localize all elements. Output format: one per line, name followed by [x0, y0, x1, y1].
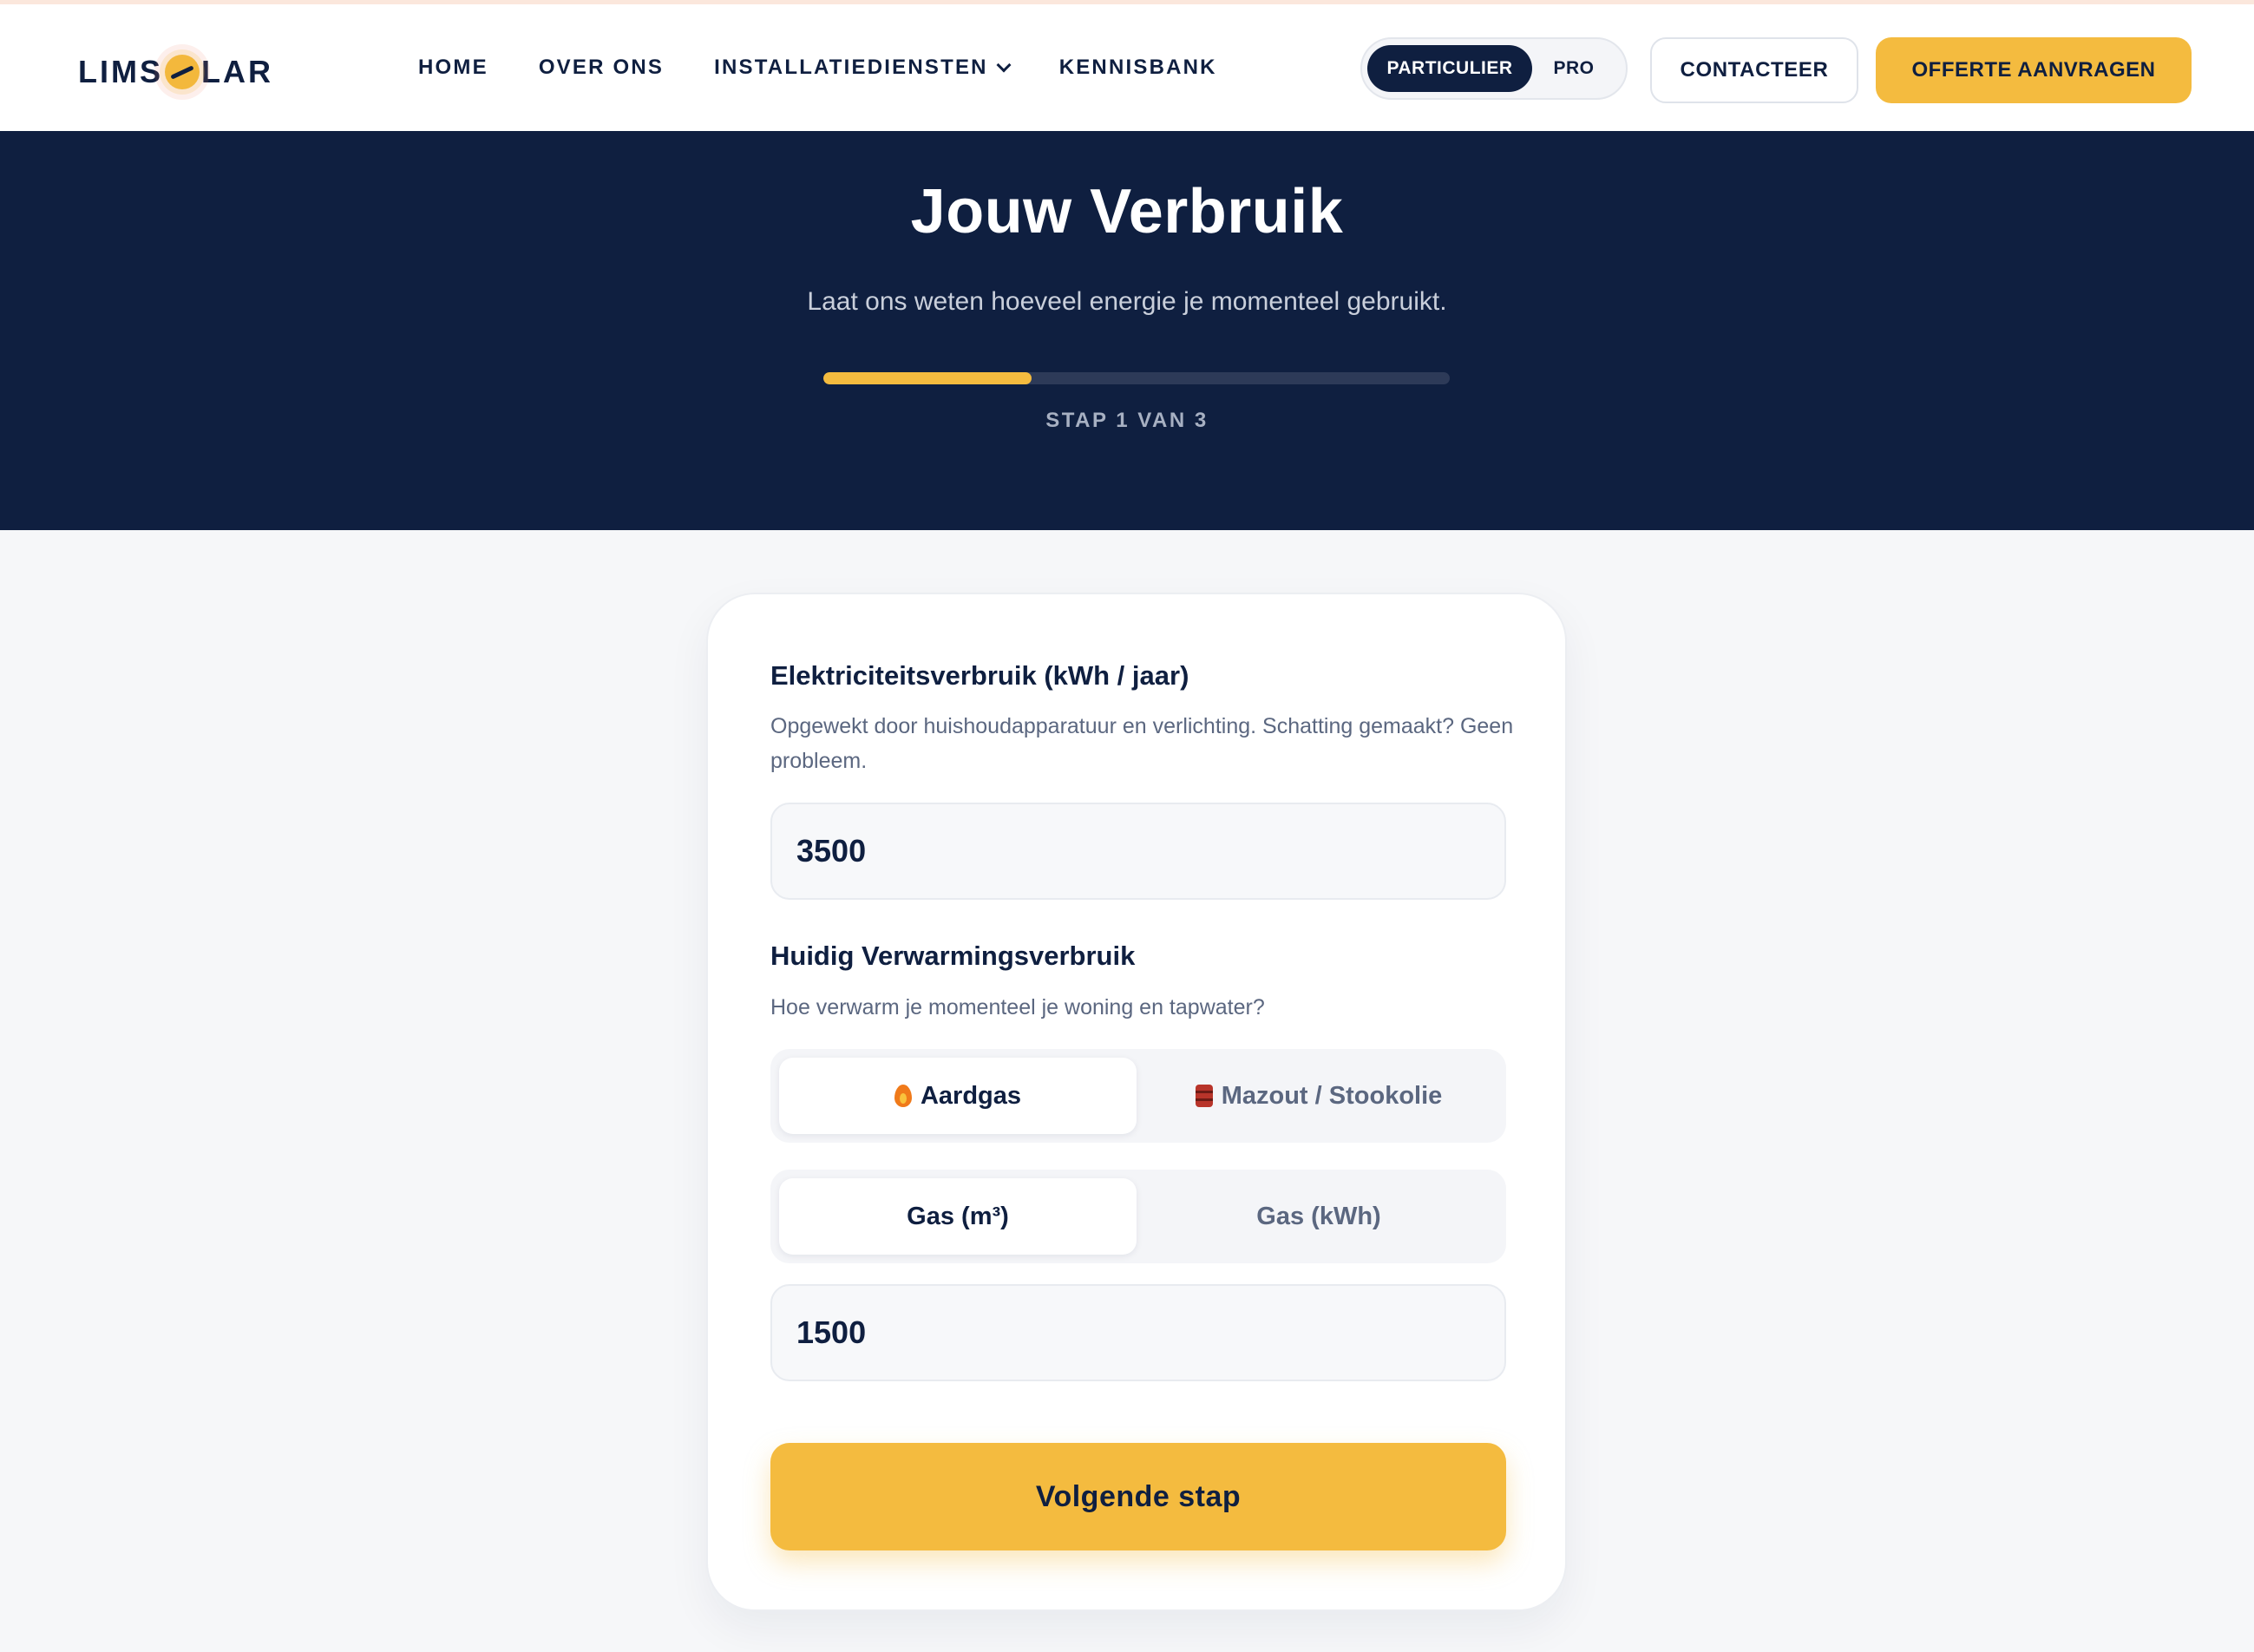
page-subtitle: Laat ons weten hoeveel energie je moment… [807, 287, 1447, 316]
logo-text-left: LIMS [78, 54, 163, 89]
fuel-option-aardgas-label: Aardgas [920, 1081, 1022, 1110]
nav-home-label: HOME [418, 56, 488, 79]
fuel-type-toggle: Aardgas Mazout / Stookolie [770, 1049, 1506, 1143]
step-progress-fill [823, 372, 1032, 384]
audience-pro[interactable]: PRO [1532, 45, 1615, 92]
contact-button[interactable]: CONTACTEER [1650, 37, 1858, 103]
flame-icon [894, 1085, 912, 1107]
audience-particulier[interactable]: PARTICULIER [1367, 45, 1532, 92]
fuel-option-mazout-label: Mazout / Stookolie [1221, 1081, 1443, 1110]
limsolar-logo[interactable]: LIMS LAR [78, 39, 273, 105]
heating-help-text: Hoe verwarm je momenteel je woning en ta… [770, 995, 1265, 1019]
unit-option-kwh[interactable]: Gas (kWh) [1140, 1178, 1497, 1255]
main-nav: HOME OVER ONS INSTALLATIEDIENSTEN KENNIS… [418, 4, 1217, 131]
request-quote-button[interactable]: OFFERTE AANVRAGEN [1876, 37, 2192, 103]
hero-banner: Jouw Verbruik Laat ons weten hoeveel ene… [0, 131, 2254, 530]
step-indicator: STAP 1 VAN 3 [1045, 409, 1209, 432]
nav-installatiediensten[interactable]: INSTALLATIEDIENSTEN [714, 56, 1012, 80]
page-title: Jouw Verbruik [910, 177, 1344, 246]
nav-installatiediensten-label: INSTALLATIEDIENSTEN [714, 56, 988, 79]
step-progress-bar [823, 372, 1450, 384]
oil-barrel-icon [1195, 1085, 1213, 1107]
electricity-input[interactable]: 3500 [770, 803, 1506, 900]
heating-usage-input[interactable]: 1500 [770, 1284, 1506, 1381]
audience-toggle: PARTICULIER PRO [1360, 37, 1628, 100]
nav-kennisbank[interactable]: KENNISBANK [1059, 56, 1217, 80]
unit-option-m3[interactable]: Gas (m³) [779, 1178, 1137, 1255]
chevron-down-icon [996, 57, 1012, 73]
usage-form-card: Elektriciteitsverbruik (kWh / jaar) Opge… [706, 593, 1567, 1611]
gas-unit-toggle: Gas (m³) Gas (kWh) [770, 1170, 1506, 1263]
logo-wordmark: LIMS LAR [78, 54, 273, 90]
next-step-button[interactable]: Volgende stap [770, 1443, 1506, 1550]
nav-over-ons[interactable]: OVER ONS [539, 56, 664, 80]
fuel-option-aardgas[interactable]: Aardgas [779, 1058, 1137, 1134]
sun-icon [165, 55, 200, 89]
electricity-help-text: Opgewekt door huishoudapparatuur en verl… [770, 714, 1514, 773]
nav-kennisbank-label: KENNISBANK [1058, 56, 1217, 79]
nav-over-ons-label: OVER ONS [538, 56, 665, 79]
heating-label: Huidig Verwarmingsverbruik [770, 941, 1136, 971]
nav-home[interactable]: HOME [418, 56, 488, 80]
logo-text-right: LAR [201, 54, 273, 89]
electricity-label: Elektriciteitsverbruik (kWh / jaar) [770, 660, 1189, 691]
site-header: LIMS LAR HOME OVER ONS INSTALLATIEDIENST… [0, 4, 2254, 131]
fuel-option-mazout[interactable]: Mazout / Stookolie [1140, 1058, 1497, 1134]
